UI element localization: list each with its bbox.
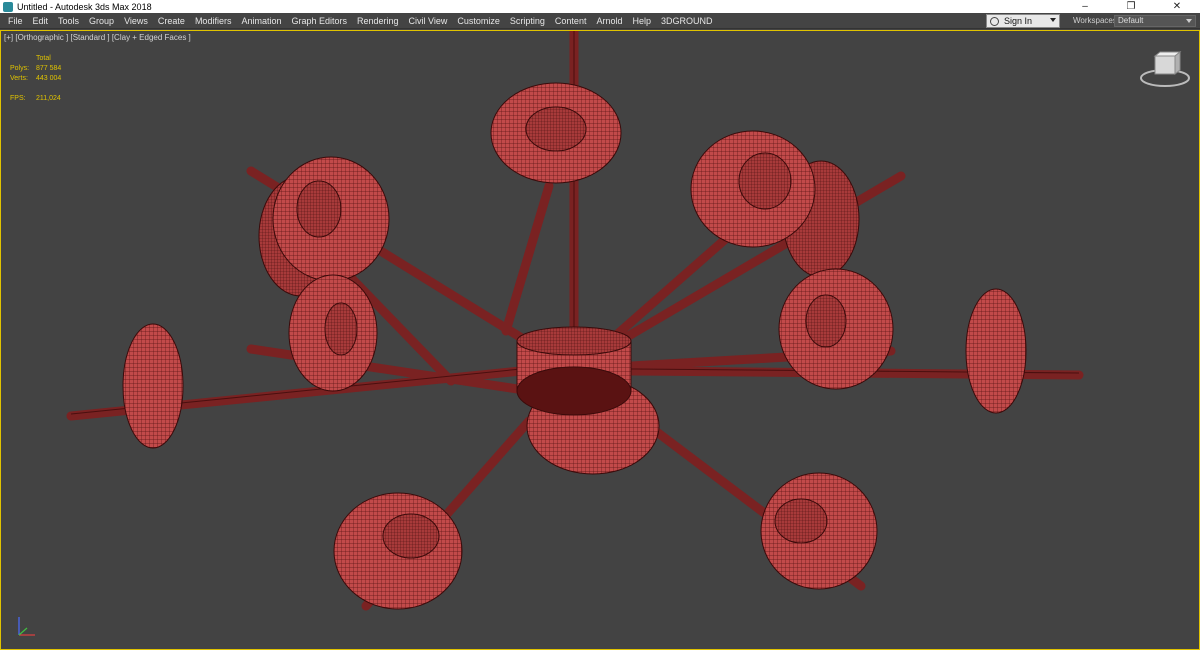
main-menu: File Edit Tools Group Views Create Modifiers An… xyxy=(0,13,718,29)
viewport[interactable]: [+] [Orthographic ] [Standard ] [Clay + … xyxy=(0,30,1200,650)
maximize-button[interactable]: ❐ xyxy=(1108,0,1154,13)
fps-value: 211,024 xyxy=(36,95,61,102)
menu-item-edit[interactable]: Edit xyxy=(28,13,54,29)
workspaces-label: Workspaces: xyxy=(1073,16,1120,25)
menu-item-tools[interactable]: Tools xyxy=(53,13,84,29)
title-bar: Untitled - Autodesk 3ds Max 2018 – ❐ ✕ xyxy=(0,0,1200,13)
menu-item-content[interactable]: Content xyxy=(550,13,592,29)
menu-item-modifiers[interactable]: Modifiers xyxy=(190,13,237,29)
verts-label: Verts: xyxy=(10,75,28,82)
window-title: Untitled - Autodesk 3ds Max 2018 xyxy=(17,1,152,12)
user-icon xyxy=(990,16,999,26)
menu-item-views[interactable]: Views xyxy=(119,13,153,29)
chandelier-model[interactable] xyxy=(1,31,1200,650)
viewport-label[interactable]: [+] [Orthographic ] [Standard ] [Clay + … xyxy=(4,33,191,42)
menu-item-rendering[interactable]: Rendering xyxy=(352,13,404,29)
menu-item-customize[interactable]: Customize xyxy=(452,13,505,29)
menu-item-group[interactable]: Group xyxy=(84,13,119,29)
sign-in-dropdown[interactable]: Sign In xyxy=(986,14,1060,28)
menu-item-help[interactable]: Help xyxy=(627,13,656,29)
menu-item-3dground[interactable]: 3DGROUND xyxy=(656,13,718,29)
workspace-value: Default xyxy=(1118,16,1144,25)
chevron-down-icon xyxy=(1050,18,1056,22)
fps-label: FPS: xyxy=(10,95,26,102)
minimize-button[interactable]: – xyxy=(1062,0,1108,13)
menu-item-file[interactable]: File xyxy=(3,13,28,29)
viewcube-icon[interactable] xyxy=(1139,51,1191,89)
menu-item-arnold[interactable]: Arnold xyxy=(591,13,627,29)
polys-label: Polys: xyxy=(10,65,30,72)
workspaces-select[interactable]: Default xyxy=(1114,15,1196,27)
menu-item-civil-view[interactable]: Civil View xyxy=(404,13,453,29)
menu-bar: File Edit Tools Group Views Create Modifiers An… xyxy=(0,13,1200,29)
verts-value: 443 004 xyxy=(36,75,62,82)
chevron-down-icon xyxy=(1186,19,1192,23)
menu-item-graph-editors[interactable]: Graph Editors xyxy=(286,13,352,29)
close-button[interactable]: ✕ xyxy=(1154,0,1200,13)
polys-value: 877 584 xyxy=(36,65,62,72)
app-icon[interactable] xyxy=(3,1,13,12)
menu-item-create[interactable]: Create xyxy=(153,13,190,29)
menu-item-animation[interactable]: Animation xyxy=(236,13,286,29)
sign-in-label: Sign In xyxy=(1004,16,1033,26)
stats-header: Total xyxy=(36,55,51,62)
axis-tripod-icon xyxy=(18,617,35,636)
stats-overlay: Total Polys: 877 584 Verts: 443 004 FPS:… xyxy=(10,54,61,104)
menu-item-scripting[interactable]: Scripting xyxy=(505,13,550,29)
